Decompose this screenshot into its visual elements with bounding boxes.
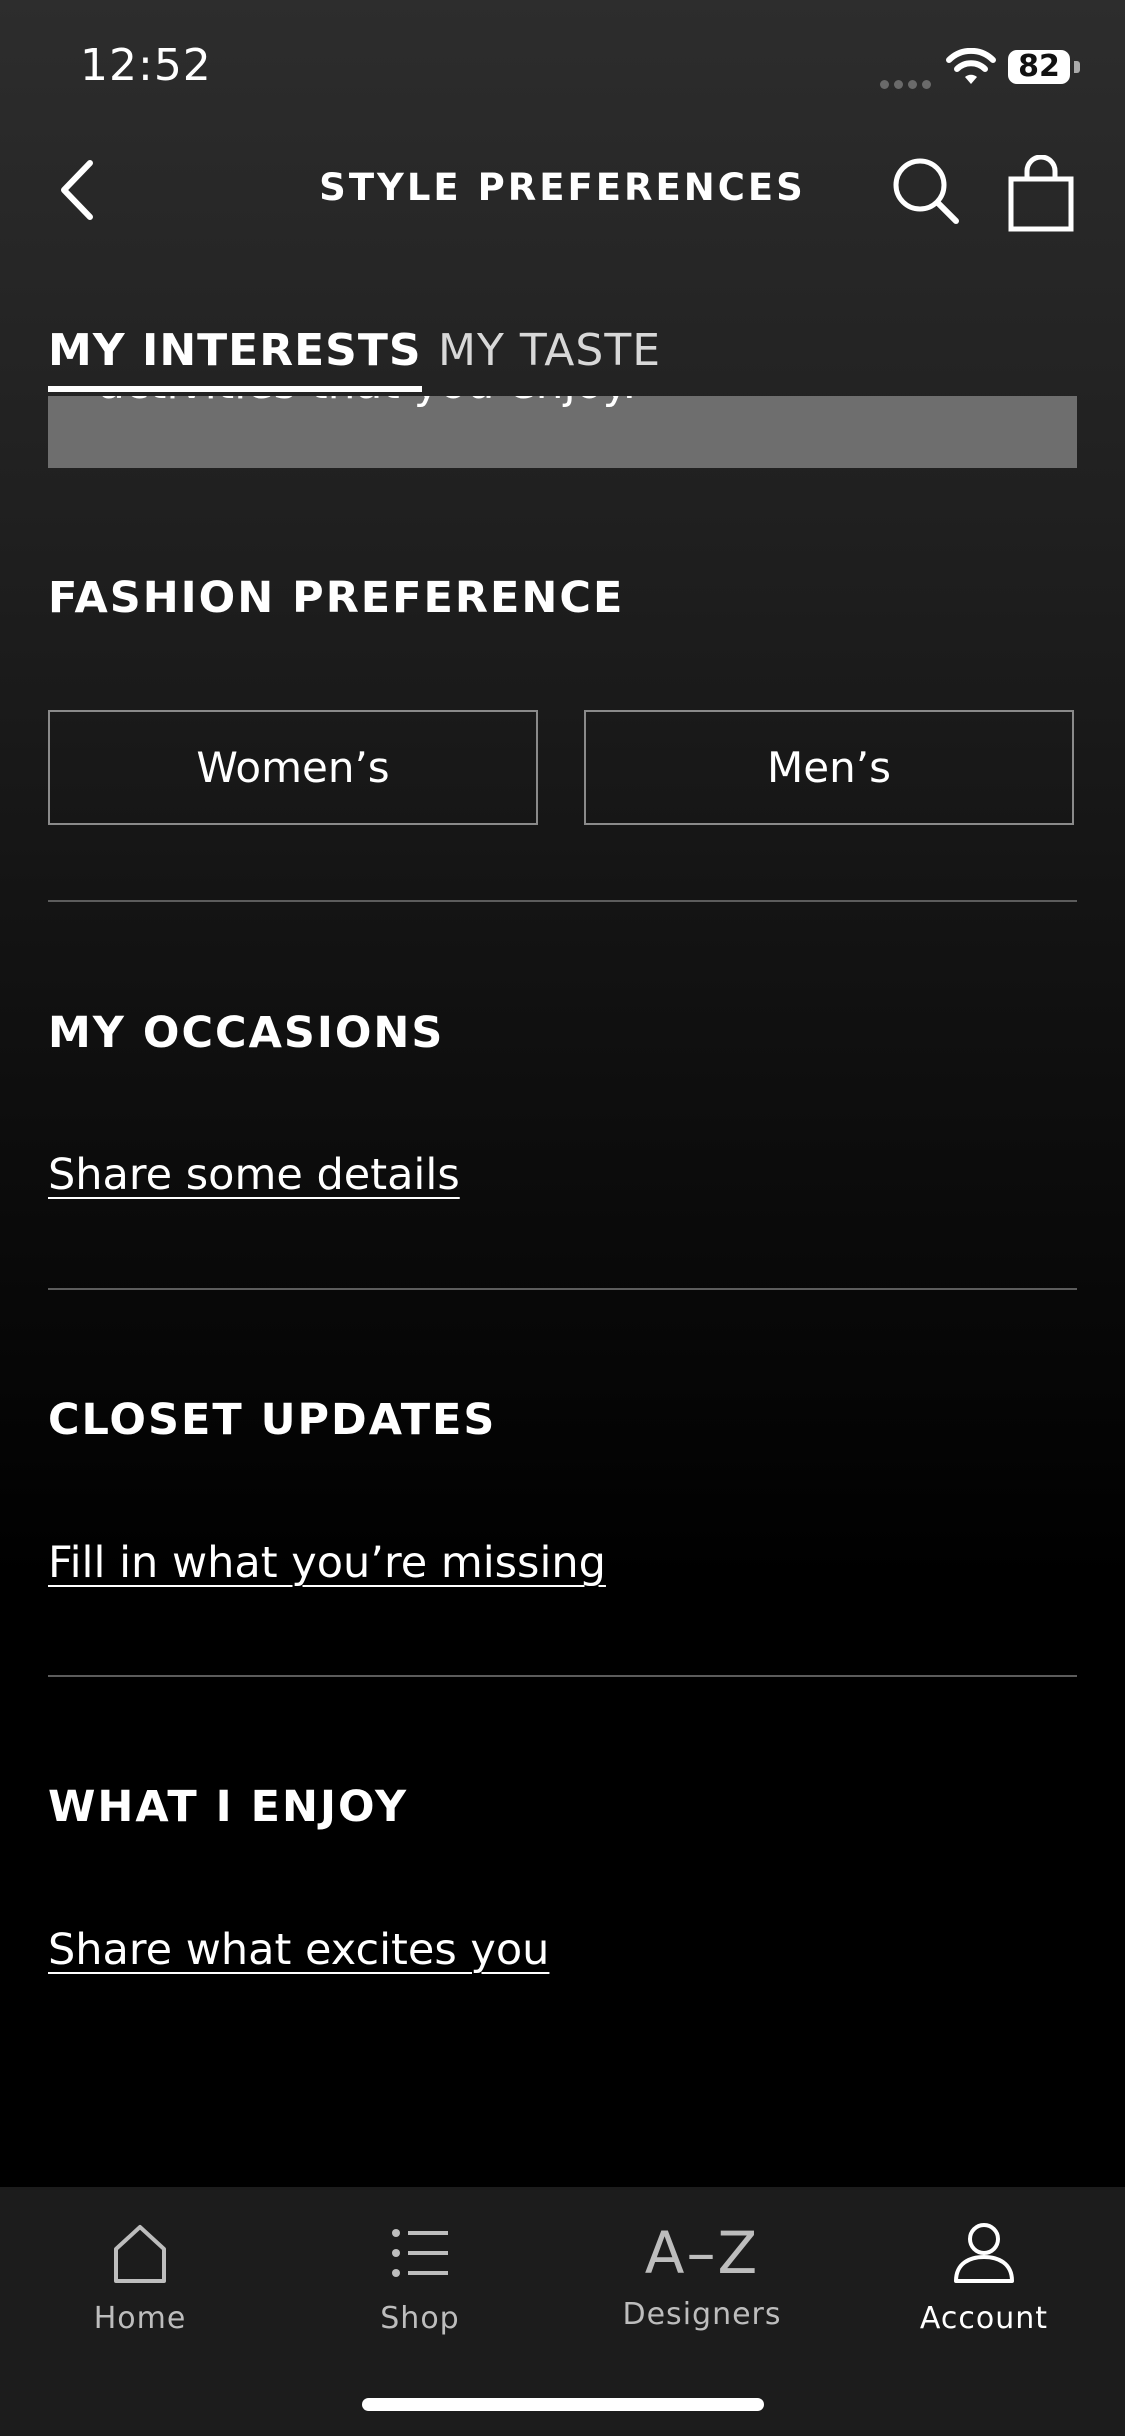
search-icon[interactable]	[890, 155, 962, 227]
intro-banner: activities that you enjoy.	[48, 396, 1077, 468]
section-title-my-occasions: MY OCCASIONS	[48, 1008, 445, 1058]
tabbar-item-home[interactable]: Home	[30, 2217, 250, 2336]
mens-option-button[interactable]: Men’s	[584, 710, 1074, 825]
section-title-what-i-enjoy: WHAT I ENJOY	[48, 1782, 409, 1832]
share-details-link[interactable]: Share some details	[48, 1150, 460, 1200]
divider	[48, 1288, 1077, 1290]
section-title-closet-updates: CLOSET UPDATES	[48, 1395, 497, 1445]
tabbar-item-shop[interactable]: Shop	[310, 2217, 530, 2336]
tabbar-label-home: Home	[93, 2301, 187, 2336]
tabbar-item-designers[interactable]: A–Z Designers	[592, 2217, 812, 2332]
tabbar-label-designers: Designers	[622, 2297, 782, 2332]
account-icon	[954, 2223, 1014, 2283]
battery-indicator: 82	[1008, 50, 1070, 84]
tab-my-interests[interactable]: MY INTERESTS	[48, 325, 422, 392]
status-time: 12:52	[80, 40, 212, 91]
tabbar-label-shop: Shop	[380, 2301, 460, 2336]
a-z-icon: A–Z	[644, 2219, 760, 2287]
share-excites-link[interactable]: Share what excites you	[48, 1925, 549, 1975]
shopping-bag-icon[interactable]	[1005, 155, 1077, 233]
divider	[48, 1675, 1077, 1677]
section-title-fashion-preference: FASHION PREFERENCE	[48, 573, 625, 623]
wifi-icon	[946, 48, 996, 84]
tab-my-taste[interactable]: MY TASTE	[438, 325, 661, 386]
tabbar-item-account[interactable]: Account	[874, 2217, 1094, 2336]
banner-partial-text: activities that you enjoy.	[98, 396, 636, 409]
home-icon	[114, 2225, 166, 2283]
list-icon	[392, 2229, 448, 2277]
tabbar-label-account: Account	[919, 2301, 1049, 2336]
divider	[48, 900, 1077, 902]
battery-nub	[1074, 61, 1080, 73]
womens-option-button[interactable]: Women’s	[48, 710, 538, 825]
fill-missing-link[interactable]: Fill in what you’re missing	[48, 1538, 606, 1588]
home-indicator	[362, 2398, 764, 2411]
cellular-signal-icon	[880, 74, 936, 93]
